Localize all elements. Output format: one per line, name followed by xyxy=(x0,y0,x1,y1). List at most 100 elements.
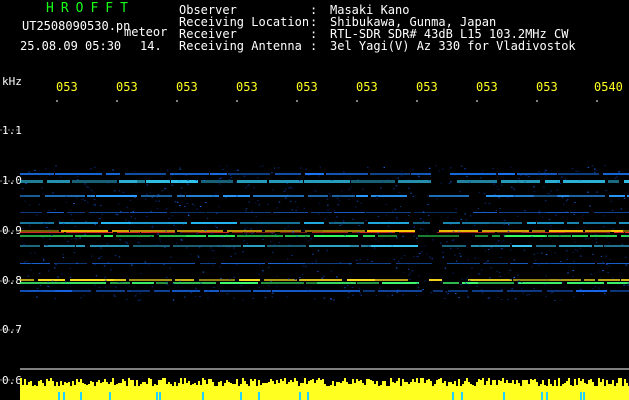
noise-speck xyxy=(465,219,468,221)
noise-speck xyxy=(478,191,481,193)
noise-column xyxy=(154,384,156,400)
noise-column xyxy=(148,378,150,400)
noise-speck xyxy=(102,295,105,297)
noise-speck xyxy=(465,283,468,285)
noise-speck xyxy=(212,265,214,267)
noise-speck xyxy=(271,251,274,253)
noise-speck xyxy=(341,223,343,225)
noise-speck xyxy=(226,165,228,167)
signal-segment xyxy=(565,232,610,233)
noise-speck xyxy=(213,286,215,288)
noise-column xyxy=(340,383,342,400)
signal-segment xyxy=(44,245,75,247)
noise-speck xyxy=(572,276,574,278)
noise-speck xyxy=(84,200,86,202)
noise-speck xyxy=(560,299,562,301)
noise-speck xyxy=(348,263,350,265)
noise-speck xyxy=(501,289,503,291)
noise-speck xyxy=(286,258,289,260)
signal-segment xyxy=(611,230,623,232)
noise-speck xyxy=(375,295,378,297)
noise-speck xyxy=(21,228,24,230)
noise-speck xyxy=(146,193,148,195)
noise-speck xyxy=(212,195,214,197)
noise-speck xyxy=(471,235,474,236)
noise-speck xyxy=(301,290,304,292)
noise-column xyxy=(394,383,396,400)
noise-speck xyxy=(76,262,78,264)
signal-segment xyxy=(273,212,308,213)
signal-segment xyxy=(569,195,605,197)
signal-segment xyxy=(367,230,375,232)
noise-speck xyxy=(618,171,620,173)
noise-speck xyxy=(27,275,29,277)
noise-speck xyxy=(379,287,381,289)
signal-segment xyxy=(70,279,114,281)
noise-speck xyxy=(114,255,117,257)
noise-speck xyxy=(195,289,197,291)
noise-speck xyxy=(503,219,505,221)
noise-column xyxy=(274,384,276,400)
noise-speck xyxy=(24,261,26,263)
noise-speck xyxy=(115,181,117,183)
noise-column xyxy=(256,386,258,400)
noise-speck xyxy=(313,190,315,191)
signal-segment xyxy=(186,235,206,237)
noise-column xyxy=(284,378,286,400)
noise-speck xyxy=(39,291,41,293)
noise-column xyxy=(144,382,146,400)
noise-speck xyxy=(196,232,198,234)
noise-speck xyxy=(318,202,321,204)
signal-segment xyxy=(228,173,270,175)
noise-speck xyxy=(397,289,399,291)
noise-column xyxy=(382,381,384,400)
noise-speck xyxy=(330,270,333,272)
noise-column xyxy=(222,386,224,400)
signal-segment xyxy=(101,222,131,224)
noise-speck xyxy=(531,266,533,268)
noise-speck xyxy=(497,240,500,242)
noise-column xyxy=(428,379,430,400)
noise-column xyxy=(192,384,194,400)
noise-speck xyxy=(393,188,395,190)
noise-speck xyxy=(158,200,160,202)
noise-column xyxy=(82,383,84,400)
signal-segment xyxy=(59,222,98,224)
noise-speck xyxy=(455,208,457,210)
noise-speck xyxy=(490,247,493,249)
signal-segment xyxy=(357,282,379,284)
noise-speck xyxy=(594,171,596,173)
noise-speck xyxy=(573,296,575,298)
noise-speck xyxy=(287,193,289,195)
noise-column xyxy=(572,386,574,400)
noise-column xyxy=(146,384,148,400)
noise-column xyxy=(194,383,196,400)
capture-type-label: meteor xyxy=(124,25,168,39)
noise-column xyxy=(396,381,398,400)
noise-speck xyxy=(146,184,149,186)
noise-column xyxy=(122,379,124,400)
signal-segment xyxy=(171,263,195,264)
noise-speck xyxy=(219,178,221,180)
noise-speck xyxy=(283,190,286,192)
noise-speck xyxy=(104,276,106,278)
noise-speck xyxy=(202,271,205,273)
noise-speck xyxy=(100,205,102,206)
noise-speck xyxy=(545,275,547,277)
noise-speck xyxy=(294,279,297,280)
noise-speck xyxy=(128,220,130,222)
noise-speck xyxy=(585,238,587,240)
signal-segment xyxy=(594,212,629,213)
noise-speck xyxy=(210,247,212,249)
noise-speck xyxy=(45,168,47,170)
noise-speck xyxy=(591,165,594,167)
noise-speck xyxy=(57,263,60,264)
noise-speck xyxy=(234,253,237,255)
minute-ticks xyxy=(56,100,598,102)
signal-segment xyxy=(607,282,629,284)
noise-column xyxy=(372,381,374,400)
noise-speck xyxy=(543,171,546,173)
noise-speck xyxy=(401,175,403,177)
noise-column xyxy=(34,385,36,400)
noise-column xyxy=(356,379,358,400)
